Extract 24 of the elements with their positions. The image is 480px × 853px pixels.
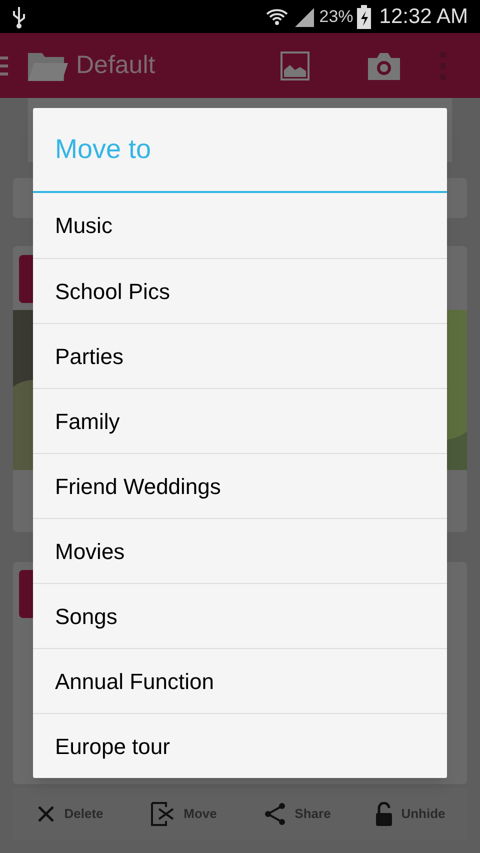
app-title: Default: [76, 50, 156, 81]
folder-option[interactable]: Europe tour: [33, 713, 447, 778]
folder-option[interactable]: Songs: [33, 583, 447, 648]
menu-icon[interactable]: [0, 56, 8, 76]
share-icon: [262, 802, 287, 826]
folder-option[interactable]: Music: [33, 193, 447, 258]
folder-option[interactable]: Parties: [33, 323, 447, 388]
folder-option[interactable]: School Pics: [33, 258, 447, 323]
battery-percent: 23%: [319, 6, 354, 28]
folder-option[interactable]: Family: [33, 388, 447, 453]
usb-icon: [12, 4, 26, 28]
dialog-title: Move to: [55, 133, 152, 166]
clock: 12:32 AM: [379, 4, 468, 30]
folder-option[interactable]: Movies: [33, 518, 447, 583]
lock-icon: [375, 802, 394, 826]
close-icon: [36, 804, 56, 824]
folder-icon: [28, 50, 68, 80]
camera-icon[interactable]: [368, 52, 400, 80]
signal-icon: [293, 6, 316, 28]
battery-charging-icon: [357, 4, 372, 28]
scissors-icon: [150, 801, 176, 827]
image-icon[interactable]: [280, 50, 310, 80]
folder-option[interactable]: Annual Function: [33, 648, 447, 713]
folder-option[interactable]: Friend Weddings: [33, 453, 447, 518]
